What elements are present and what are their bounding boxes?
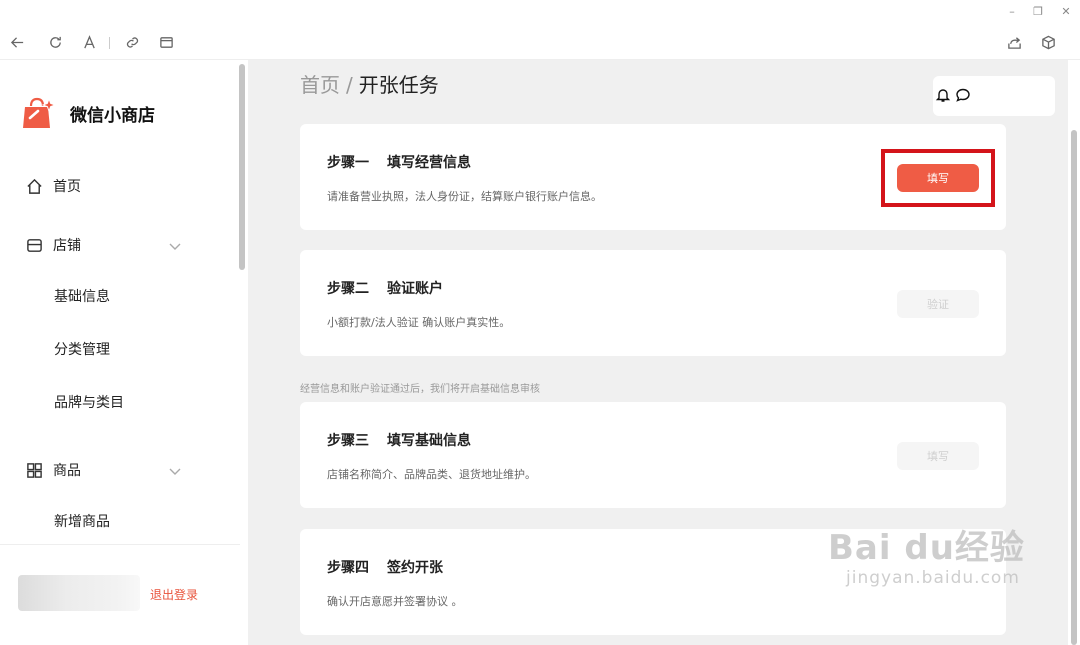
breadcrumb-home[interactable]: 首页 [300,73,340,97]
step-name: 填写基础信息 [387,433,471,449]
step-description: 请准备营业执照，法人身份证，结算账户银行账户信息。 [327,190,602,203]
avatar [18,575,140,611]
step-name: 填写经营信息 [387,155,471,171]
grid-icon [27,462,42,478]
step-description: 确认开店意愿并签署协议 。 [327,595,463,608]
sidebar-item-basic-info[interactable]: 基础信息 [54,286,110,306]
shop-bag-logo-icon [23,97,56,128]
sidebar-item-brand-category[interactable]: 品牌与类目 [54,392,124,412]
font-icon[interactable] [80,33,98,51]
baidu-jingyan-watermark: Bai du经验 jingyan.baidu.com [828,528,1025,588]
back-arrow-icon[interactable] [8,33,26,51]
page-title: 开张任务 [358,73,439,97]
sidebar-item-add-goods[interactable]: 新增商品 [54,511,110,531]
sidebar-scrollbar[interactable] [239,64,245,270]
sidebar-item-store[interactable]: 店铺 [26,234,81,256]
verify-account-button: 验证 [897,290,979,318]
watermark-main: Bai du经验 [828,528,1025,568]
step-title: 步骤四 签约开张 [327,557,443,577]
watermark-url: jingyan.baidu.com [846,568,1020,588]
notification-panel [933,76,1055,116]
step-name: 验证账户 [387,281,443,297]
sidebar-item-category[interactable]: 分类管理 [54,339,110,359]
browser-toolbar [0,24,1080,60]
close-button[interactable]: ✕ [1056,4,1076,20]
step-label: 步骤四 [327,560,369,576]
restore-button[interactable]: ❐ [1028,4,1048,20]
home-icon [27,178,42,194]
minimize-button[interactable]: – [1002,4,1022,20]
link-icon[interactable] [123,33,141,51]
sidebar-item-goods[interactable]: 商品 [26,459,81,481]
step-title: 步骤一 填写经营信息 [327,152,471,172]
bell-icon[interactable] [935,87,953,105]
store-icon [27,238,42,252]
step-card-3: 步骤三 填写基础信息 店铺名称简介、品牌品类、退货地址维护。 填写 [300,402,1006,508]
toolbar-divider [109,37,110,49]
step-title: 步骤二 验证账户 [327,278,443,298]
sidebar-divider [0,544,240,545]
chevron-down-icon[interactable] [168,238,182,252]
step-label: 步骤二 [327,281,369,297]
share-icon[interactable] [1005,33,1023,51]
brand-name: 微信小商店 [70,105,155,126]
fill-basic-info-button: 填写 [897,442,979,470]
layout-icon[interactable] [157,33,175,51]
step-card-2: 步骤二 验证账户 小额打款/法人验证 确认账户真实性。 验证 [300,250,1006,356]
sidebar-item-label: 店铺 [53,238,81,254]
sidebar-item-label: 首页 [53,179,81,195]
step-card-1: 步骤一 填写经营信息 请准备营业执照，法人身份证，结算账户银行账户信息。 填写 [300,124,1006,230]
sidebar: 微信小商店 首页 店铺 基础信息 分类管理 品牌与类目 商品 新增商品 退出登录 [0,60,248,645]
window-titlebar: – ❐ ✕ [0,0,1080,24]
breadcrumb-separator: / [346,73,353,97]
review-note: 经营信息和账户验证通过后，我们将开启基础信息审核 [300,384,540,395]
main-scrollbar[interactable] [1071,130,1077,645]
breadcrumb: 首页 / 开张任务 [300,69,439,98]
step-label: 步骤一 [327,155,369,171]
step-label: 步骤三 [327,433,369,449]
step-name: 签约开张 [387,560,443,576]
fill-business-info-button[interactable]: 填写 [897,164,979,192]
brand: 微信小商店 [22,96,155,130]
sidebar-item-home[interactable]: 首页 [26,175,81,197]
step-description: 小额打款/法人验证 确认账户真实性。 [327,316,511,329]
step-title: 步骤三 填写基础信息 [327,430,471,450]
cube-icon[interactable] [1039,33,1057,51]
refresh-icon[interactable] [46,33,64,51]
sidebar-item-label: 商品 [53,463,81,479]
chevron-down-icon[interactable] [168,463,182,477]
chat-bubble-icon[interactable] [955,87,973,105]
step-description: 店铺名称简介、品牌品类、退货地址维护。 [327,468,536,481]
logout-link[interactable]: 退出登录 [150,586,198,603]
